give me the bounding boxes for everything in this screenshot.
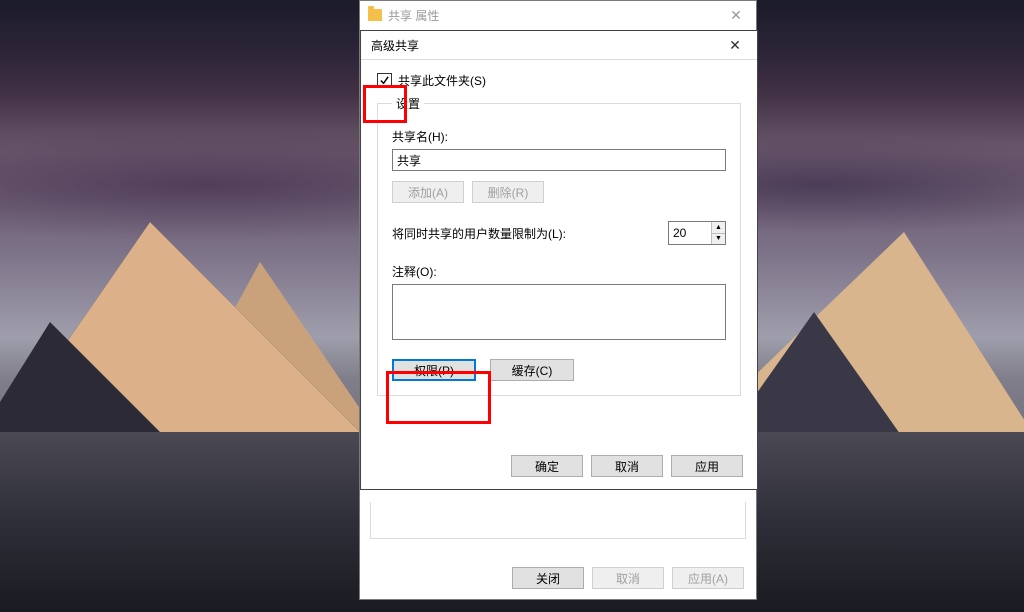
checkbox-checked-icon[interactable] [377,73,392,88]
cancel-button[interactable]: 取消 [591,455,663,477]
share-folder-checkbox-row[interactable]: 共享此文件夹(S) [377,72,741,89]
remove-button: 删除(R) [472,181,544,203]
share-folder-checkbox-label: 共享此文件夹(S) [398,72,486,89]
spin-down-icon[interactable]: ▼ [712,234,725,245]
advanced-sharing-titlebar[interactable]: 高级共享 ✕ [361,31,757,60]
permissions-button[interactable]: 权限(P) [392,359,476,381]
share-name-label: 共享名(H): [392,128,726,145]
apply-button[interactable]: 应用 [671,455,743,477]
add-button: 添加(A) [392,181,464,203]
folder-icon [368,9,382,21]
share-name-input[interactable] [392,149,726,171]
close-button[interactable]: 关闭 [512,567,584,589]
comment-label: 注释(O): [392,263,726,280]
user-limit-stepper[interactable]: ▲ ▼ [668,221,726,245]
advanced-sharing-title: 高级共享 [371,37,419,54]
apply-button: 应用(A) [672,567,744,589]
ok-button[interactable]: 确定 [511,455,583,477]
settings-groupbox: 设置 共享名(H): 添加(A) 删除(R) 将同时共享的用户数量限制为(L):… [377,95,741,396]
outer-groupbox-fragment [370,502,746,539]
spin-up-icon[interactable]: ▲ [712,222,725,234]
advanced-sharing-dialog: 高级共享 ✕ 共享此文件夹(S) 设置 共享名(H): 添加(A) 删除(R) … [360,30,758,490]
close-icon[interactable]: ✕ [716,1,756,29]
user-limit-label: 将同时共享的用户数量限制为(L): [392,225,566,242]
cache-button[interactable]: 缓存(C) [490,359,574,381]
comment-input[interactable] [392,284,726,340]
properties-title: 共享 属性 [388,7,439,24]
close-icon[interactable]: ✕ [713,31,757,59]
user-limit-input[interactable] [669,222,711,244]
properties-titlebar[interactable]: 共享 属性 ✕ [360,1,756,29]
settings-legend: 设置 [392,95,424,112]
cancel-button: 取消 [592,567,664,589]
